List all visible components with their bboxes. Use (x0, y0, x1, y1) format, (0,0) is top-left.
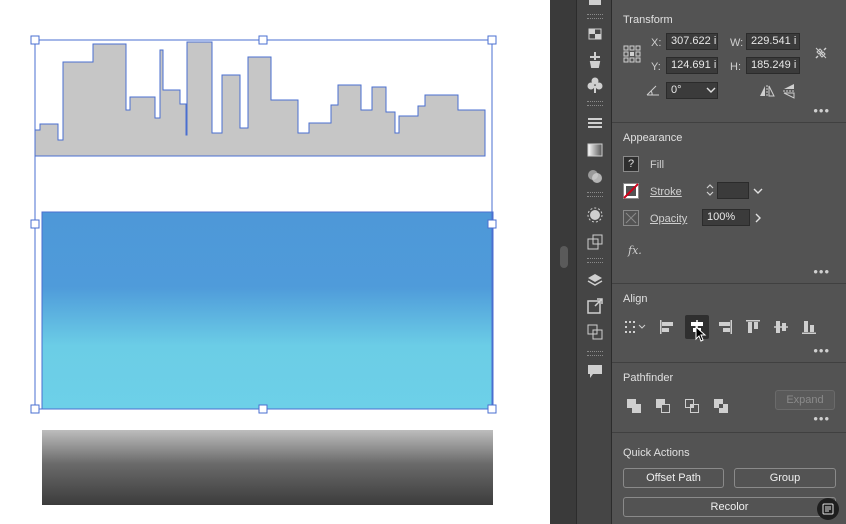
stroke-stepper[interactable] (704, 181, 716, 199)
artboard-canvas[interactable] (0, 0, 550, 524)
expand-button[interactable]: Expand (775, 390, 835, 410)
recolor-button[interactable]: Recolor (623, 497, 836, 517)
align-bottom-icon[interactable] (800, 318, 818, 336)
stroke-label[interactable]: Stroke (650, 186, 682, 198)
handle-bottom-left (30, 404, 40, 414)
constrain-proportions-icon[interactable] (812, 44, 830, 62)
properties-panel: Transform X: 307.622 i W: 229.541 i Y: 1… (612, 0, 846, 524)
handle-bottom-right (487, 404, 497, 414)
stroke-weight-field[interactable] (717, 182, 749, 199)
fill-label: Fill (650, 159, 665, 171)
h-field[interactable]: 185.249 i (746, 57, 800, 74)
sky-gradient-rect[interactable] (41, 211, 494, 410)
transform-more-button[interactable]: ••• (813, 104, 830, 117)
opacity-field[interactable]: 100% (702, 209, 750, 226)
y-field[interactable]: 124.691 i (666, 57, 718, 74)
divider (612, 283, 846, 284)
canvas-scrollbar[interactable] (550, 0, 576, 524)
grip-handle[interactable] (587, 258, 603, 263)
quick-actions-title: Quick Actions (623, 447, 690, 459)
align-right-icon[interactable] (716, 318, 734, 336)
transform-title: Transform (623, 14, 673, 26)
flip-horizontal-icon[interactable] (759, 84, 775, 98)
appearance-title: Appearance (623, 132, 683, 144)
pathfinder-more-button[interactable]: ••• (813, 412, 830, 425)
unite-icon[interactable] (625, 397, 643, 415)
fill-swatch[interactable]: ? (623, 156, 639, 172)
align-title: Align (623, 293, 648, 305)
grip-handle[interactable] (587, 351, 603, 356)
align-more-button[interactable]: ••• (813, 344, 830, 357)
opacity-label[interactable]: Opacity (650, 213, 687, 225)
divider (612, 122, 846, 123)
w-field[interactable]: 229.541 i (746, 33, 800, 50)
mouse-cursor-icon (694, 325, 708, 343)
angle-icon (645, 83, 661, 97)
flip-vertical-icon[interactable] (781, 83, 797, 99)
asset-export-icon[interactable] (585, 232, 605, 252)
handle-top-right (487, 35, 497, 45)
handle-middle-right (487, 219, 497, 229)
handle-bottom-center (258, 404, 268, 414)
stroke-swatch[interactable] (623, 183, 639, 199)
grip-handle[interactable] (587, 192, 603, 197)
layers-icon[interactable] (585, 270, 605, 290)
h-label: H: (730, 61, 741, 73)
chevron-down-icon[interactable] (705, 84, 717, 96)
exclude-icon[interactable] (712, 397, 730, 415)
y-label: Y: (651, 61, 661, 73)
minus-front-icon[interactable] (654, 397, 672, 415)
align-vertical-center-icon[interactable] (772, 318, 790, 336)
transparency-icon[interactable] (585, 166, 605, 186)
reference-point-icon[interactable] (622, 44, 642, 64)
scrollbar-thumb[interactable] (560, 246, 568, 268)
skyline-shape[interactable] (34, 41, 486, 157)
swatches-icon[interactable] (585, 24, 605, 44)
chevron-right-icon[interactable] (751, 209, 765, 226)
handle-top-left (30, 35, 40, 45)
align-to-selection-icon[interactable] (624, 318, 650, 336)
artboards-icon[interactable] (585, 322, 605, 342)
gradient-icon[interactable] (585, 140, 605, 160)
handle-top-center (258, 35, 268, 45)
opacity-icon (623, 210, 639, 226)
comments-icon[interactable] (585, 361, 605, 381)
align-left-icon[interactable] (658, 318, 676, 336)
properties-icon[interactable] (585, 0, 605, 10)
export-icon[interactable] (585, 296, 605, 316)
grip-handle[interactable] (587, 14, 603, 19)
artwork[interactable] (0, 0, 550, 524)
handle-middle-left (30, 219, 40, 229)
appearance-icon[interactable] (585, 205, 605, 225)
appearance-more-button[interactable]: ••• (813, 265, 830, 278)
chevron-down-icon[interactable] (750, 182, 766, 199)
panel-icon-strip (576, 0, 612, 524)
grip-handle[interactable] (587, 101, 603, 106)
pathfinder-title: Pathfinder (623, 372, 674, 384)
fx-button[interactable]: fx. (628, 244, 642, 257)
ground-gradient-rect[interactable] (42, 430, 493, 505)
symbols-icon[interactable] (585, 75, 605, 95)
divider (612, 432, 846, 433)
group-button[interactable]: Group (734, 468, 836, 488)
x-field[interactable]: 307.622 i (666, 33, 718, 50)
align-top-icon[interactable] (744, 318, 762, 336)
discover-icon[interactable] (817, 498, 839, 520)
w-label: W: (730, 37, 744, 49)
brushes-icon[interactable] (585, 49, 605, 69)
intersect-icon[interactable] (683, 397, 701, 415)
offset-path-button[interactable]: Offset Path (623, 468, 724, 488)
stroke-icon[interactable] (585, 113, 605, 133)
x-label: X: (651, 37, 662, 49)
divider (612, 362, 846, 363)
